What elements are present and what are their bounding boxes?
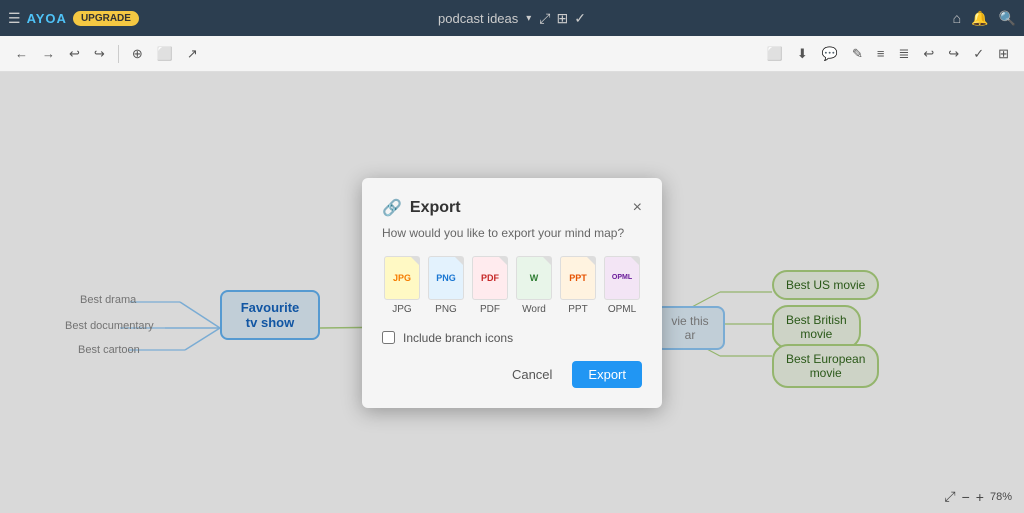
toolbar: ← → ↩ ↪ ⊕ ⬜ ↗ ⬜ ⬇ 💬 ✎ ≡ ≣ ↩ ↪ ✓ ⊞	[0, 36, 1024, 72]
modal-footer: Cancel Export	[382, 361, 642, 388]
tb-comment-button[interactable]: 💬	[817, 43, 843, 65]
format-opml[interactable]: OPML OPML	[604, 256, 640, 315]
toolbar-left: ← → ↩ ↪ ⊕ ⬜ ↗	[10, 43, 758, 65]
format-pdf-label: PDF	[480, 304, 500, 315]
format-jpg-label: JPG	[392, 304, 411, 315]
format-word-label: Word	[522, 304, 546, 315]
format-png[interactable]: PNG PNG	[428, 256, 464, 315]
doc-title-arrow-icon[interactable]: ▾	[526, 13, 531, 24]
export-modal: 🔗 Export × How would you like to export …	[362, 178, 662, 408]
tb-view-button[interactable]: ⬜	[762, 43, 788, 65]
cancel-button[interactable]: Cancel	[500, 361, 564, 388]
modal-title: 🔗 Export	[382, 198, 461, 218]
format-png-label: PNG	[435, 304, 457, 315]
include-icons-label: Include branch icons	[403, 331, 513, 345]
modal-close-button[interactable]: ×	[633, 199, 642, 217]
hamburger-icon[interactable]: ☰	[8, 10, 21, 27]
format-pdf[interactable]: PDF PDF	[472, 256, 508, 315]
include-icons-checkbox[interactable]	[382, 331, 395, 344]
topnav-center-icons: ⤢ ⊞ ✓	[539, 10, 586, 27]
export-icon: 🔗	[382, 198, 402, 218]
tb-edit-button[interactable]: ✎	[847, 43, 868, 65]
format-ppt-label: PPT	[568, 304, 587, 315]
format-jpg[interactable]: JPG JPG	[384, 256, 420, 315]
topnav-left: ☰ AYOA UPGRADE	[8, 10, 139, 27]
share-icon[interactable]: ⤢	[539, 10, 550, 27]
tb-redo2-button[interactable]: ↪	[943, 43, 964, 65]
tb-list-button[interactable]: ≡	[872, 43, 890, 64]
grid-icon[interactable]: ⊞	[557, 10, 569, 27]
format-opml-label: OPML	[608, 304, 636, 315]
redo-forward-button[interactable]: →	[37, 43, 60, 64]
tb-list2-button[interactable]: ≣	[893, 43, 914, 65]
toolbar-right: ⬜ ⬇ 💬 ✎ ≡ ≣ ↩ ↪ ✓ ⊞	[762, 43, 1014, 65]
toolbar-separator-1	[118, 45, 119, 63]
format-ppt[interactable]: PPT PPT	[560, 256, 596, 315]
undo-back-button[interactable]: ←	[10, 43, 33, 64]
doc-title[interactable]: podcast ideas	[438, 11, 518, 26]
redo-button[interactable]: ↪	[89, 43, 110, 65]
search-icon[interactable]: 🔍	[999, 10, 1016, 27]
upgrade-button[interactable]: UPGRADE	[73, 11, 139, 26]
modal-header: 🔗 Export ×	[382, 198, 642, 218]
undo-button[interactable]: ↩	[64, 43, 85, 65]
home-icon[interactable]: ⌂	[953, 10, 961, 26]
topnav-center: podcast ideas ▾ ⤢ ⊞ ✓	[438, 10, 586, 27]
tb-undo2-button[interactable]: ↩	[918, 43, 939, 65]
check-icon[interactable]: ✓	[574, 10, 586, 27]
tb-check-button[interactable]: ✓	[968, 43, 989, 65]
topnav: ☰ AYOA UPGRADE podcast ideas ▾ ⤢ ⊞ ✓ ⌂ 🔔…	[0, 0, 1024, 36]
include-icons-row: Include branch icons	[382, 331, 642, 345]
logo: AYOA	[27, 11, 67, 26]
link-button[interactable]: ↗	[182, 43, 203, 65]
format-word[interactable]: W Word	[516, 256, 552, 315]
add-button[interactable]: ⊕	[127, 43, 148, 65]
topnav-right: ⌂ 🔔 🔍	[953, 10, 1016, 27]
tb-grid-button[interactable]: ⊞	[993, 43, 1014, 65]
export-formats: JPG JPG PNG PNG PDF PDF W Word	[382, 256, 642, 315]
frame-button[interactable]: ⬜	[152, 43, 178, 65]
tb-download-button[interactable]: ⬇	[792, 43, 813, 65]
canvas: Favourite tv show Best drama Best docume…	[0, 72, 1024, 513]
notification-icon[interactable]: 🔔	[971, 10, 988, 27]
export-button[interactable]: Export	[572, 361, 642, 388]
modal-subtitle: How would you like to export your mind m…	[382, 226, 642, 240]
